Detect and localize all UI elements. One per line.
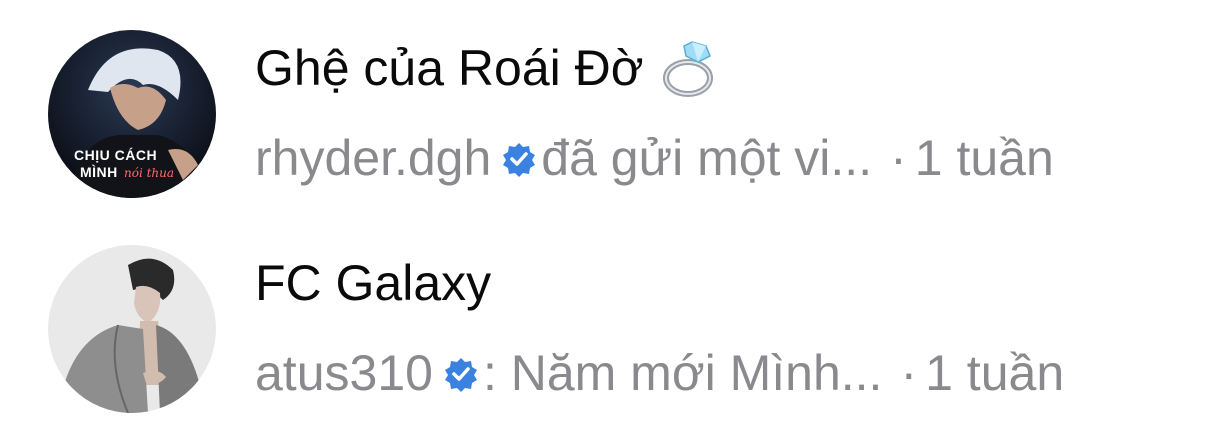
separator-dot: · bbox=[900, 345, 918, 401]
conversation-title-text: FC Galaxy bbox=[255, 255, 492, 311]
avatar-text-line1: CHỊU CÁCH bbox=[74, 147, 157, 163]
message-preview: đã gửi một vi... bbox=[541, 130, 873, 186]
verified-badge-icon bbox=[501, 141, 537, 177]
conversation-preview: atus310 : Năm mới Mình... · 1 tuần bbox=[255, 343, 1064, 403]
avatar-text-line2: MÌNH bbox=[80, 164, 118, 180]
conversation-preview: rhyder.dgh đã gửi một vi... · 1 tuần bbox=[255, 128, 1054, 188]
conversation-item[interactable]: FC Galaxy atus310 : Năm mới Mình... · 1 tu… bbox=[0, 225, 1231, 435]
conversation-item[interactable]: CHỊU CÁCH MÌNH nói thua Ghệ của Roái Đờ … bbox=[0, 10, 1231, 220]
ring-icon bbox=[658, 38, 722, 98]
person-photo-avatar[interactable] bbox=[48, 245, 216, 413]
sender-name: rhyder.dgh bbox=[255, 130, 492, 186]
conversation-title: Ghệ của Roái Đờ bbox=[255, 38, 722, 98]
conversation-title: FC Galaxy bbox=[255, 253, 491, 313]
conversation-title-text: Ghệ của Roái Đờ bbox=[255, 40, 644, 96]
album-cover-avatar[interactable]: CHỊU CÁCH MÌNH nói thua bbox=[48, 30, 216, 198]
separator-dot: · bbox=[890, 130, 907, 186]
message-preview: : Năm mới Mình... bbox=[482, 345, 883, 401]
timestamp: 1 tuần bbox=[925, 345, 1065, 401]
timestamp: 1 tuần bbox=[914, 130, 1054, 186]
sender-name: atus310 bbox=[255, 345, 433, 401]
avatar-text-script: nói thua bbox=[124, 166, 174, 180]
verified-badge-icon bbox=[443, 356, 479, 392]
